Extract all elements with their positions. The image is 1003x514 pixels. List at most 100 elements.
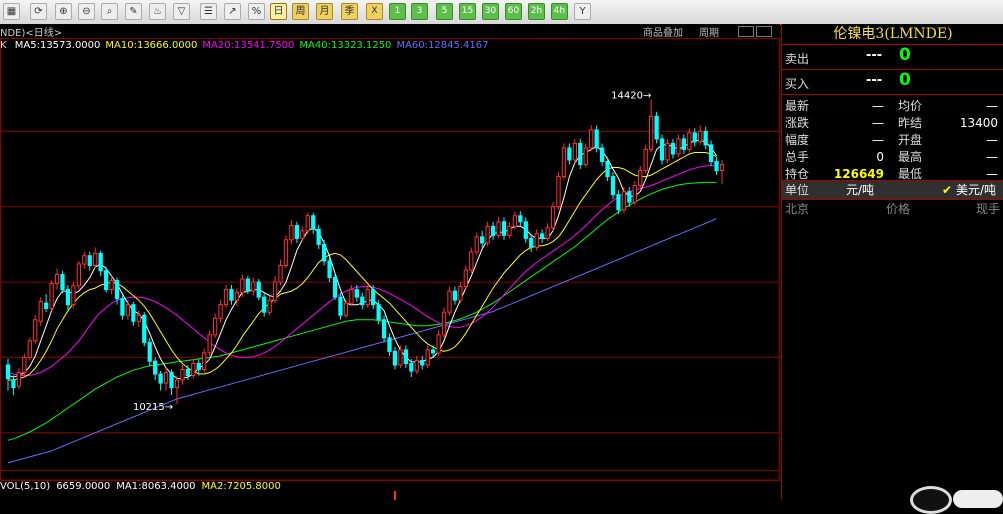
candle-body xyxy=(180,368,185,381)
quote-label: 开盘 xyxy=(898,133,923,147)
zoom-in-icon[interactable]: ⊕ xyxy=(55,3,72,20)
ma-legend-item: MA60:12845.4167 xyxy=(396,40,489,51)
candle-body xyxy=(523,221,528,239)
candle-body xyxy=(698,130,703,143)
quote-value: 13400 xyxy=(959,116,998,130)
candle-body xyxy=(71,285,76,306)
min1-button[interactable]: 1 xyxy=(389,3,406,20)
window-maximize-icon[interactable] xyxy=(756,26,772,37)
candle-body xyxy=(38,301,43,322)
ma-legend-item: MA20:13541.7500 xyxy=(202,40,295,51)
min60-button[interactable]: 60 xyxy=(505,3,522,20)
candle-body xyxy=(109,280,114,291)
candle-body xyxy=(501,221,507,236)
candle-body xyxy=(245,278,250,292)
candle-body xyxy=(49,283,54,309)
candle-body xyxy=(687,132,692,150)
overlay-button[interactable]: 商品叠加 xyxy=(643,24,683,39)
hour2-button[interactable]: 2h xyxy=(528,3,545,20)
unit-value[interactable]: 元/吨 xyxy=(846,181,874,199)
candle-body xyxy=(452,290,458,301)
candle-body xyxy=(496,221,501,236)
unit-alt-value[interactable]: 美元/吨 xyxy=(956,181,996,199)
day-button[interactable]: 日 xyxy=(270,3,287,20)
candle-body xyxy=(103,270,109,291)
month-button[interactable]: 月 xyxy=(316,3,333,20)
candle-body xyxy=(490,225,496,236)
candle-body xyxy=(332,277,338,298)
candlestick-chart[interactable]: 14420→ 10215→ xyxy=(0,38,780,500)
quote-value: — xyxy=(986,99,998,113)
candle-body xyxy=(5,364,11,380)
candle-body xyxy=(185,368,190,377)
ma60-line xyxy=(7,217,717,464)
min5-button[interactable]: 5 xyxy=(436,3,453,20)
candle-body xyxy=(676,138,681,155)
zoom-out-icon[interactable]: ⊖ xyxy=(78,3,95,20)
candle-body xyxy=(234,292,240,301)
candle-body xyxy=(240,278,245,294)
candle-body xyxy=(463,269,468,288)
quote-value: — xyxy=(872,116,884,130)
candle-body xyxy=(202,352,207,370)
buy-volume: 0 xyxy=(899,70,911,90)
buy-row: 买入 --- 0 xyxy=(782,70,1003,95)
pill-button-icon[interactable] xyxy=(953,490,1003,508)
multi-period-button[interactable]: X xyxy=(366,3,383,20)
hour4-button[interactable]: 4h xyxy=(551,3,568,20)
min30-button[interactable]: 30 xyxy=(482,3,499,20)
ma-legend-item: MA5:13573.0000 xyxy=(14,40,101,51)
min15-button[interactable]: 15 xyxy=(459,3,476,20)
candle-body xyxy=(529,237,534,248)
quote-label: 最新 xyxy=(785,99,810,113)
stamp-icon[interactable]: ♨ xyxy=(149,3,166,20)
candle-body xyxy=(98,252,103,272)
candle-body xyxy=(125,304,131,316)
trend-icon[interactable]: ↗ xyxy=(224,3,241,20)
filter-icon[interactable]: ▽ xyxy=(173,3,190,20)
min3-button[interactable]: 3 xyxy=(411,3,428,20)
ticks-volume-header: 现手 xyxy=(976,202,1001,216)
candle-body xyxy=(343,302,349,316)
round-button-icon[interactable] xyxy=(910,486,952,514)
candle-body xyxy=(589,129,594,149)
ma-legend-item: MA10:13666.0000 xyxy=(105,40,198,51)
pen-icon[interactable]: ✎ xyxy=(125,3,142,20)
candle-body xyxy=(627,191,632,203)
candle-body xyxy=(305,215,310,232)
candle-body xyxy=(458,286,463,301)
percent-icon[interactable]: % xyxy=(248,3,265,20)
candle-body xyxy=(447,290,452,313)
search-icon[interactable]: ⌕ xyxy=(101,3,118,20)
ma5-line xyxy=(7,139,717,379)
candle-body xyxy=(414,359,419,372)
quote-label: 昨结 xyxy=(898,116,923,130)
chart-header-strip: NDE)<日线> 商品叠加 周期 xyxy=(0,24,780,39)
window-restore-icon[interactable] xyxy=(738,26,754,37)
candle-body xyxy=(251,281,256,292)
period-button[interactable]: 周期 xyxy=(699,24,719,39)
candle-body xyxy=(174,379,180,389)
volume-legend: VOL(5,10) 6659.0000 MA1:8063.4000 MA2:7205.… xyxy=(0,481,287,495)
candle-body xyxy=(550,206,556,229)
candle-body xyxy=(218,304,223,319)
candle-body xyxy=(267,299,272,313)
buy-price: --- xyxy=(866,73,883,88)
quarter-button[interactable]: 季 xyxy=(341,3,358,20)
candle-body xyxy=(714,161,719,172)
year-button[interactable]: Y xyxy=(574,3,591,20)
chart-frame xyxy=(0,38,780,481)
quote-value: — xyxy=(986,133,998,147)
refresh-icon[interactable]: ⟳ xyxy=(30,3,47,20)
week-button[interactable]: 周 xyxy=(292,3,309,20)
sell-volume: 0 xyxy=(899,45,911,65)
grid-icon[interactable]: ▦ xyxy=(3,3,20,20)
ma-legend: K MA5:13573.0000 MA10:13666.0000 MA20:1354… xyxy=(0,40,493,54)
ma10-line xyxy=(8,152,717,381)
candle-body xyxy=(436,334,441,354)
table-icon[interactable]: ☰ xyxy=(200,3,217,20)
volume-legend-item: 6659.0000 xyxy=(56,481,111,492)
candle-body xyxy=(223,289,229,306)
candle-body xyxy=(507,225,512,236)
candle-body xyxy=(469,251,474,271)
